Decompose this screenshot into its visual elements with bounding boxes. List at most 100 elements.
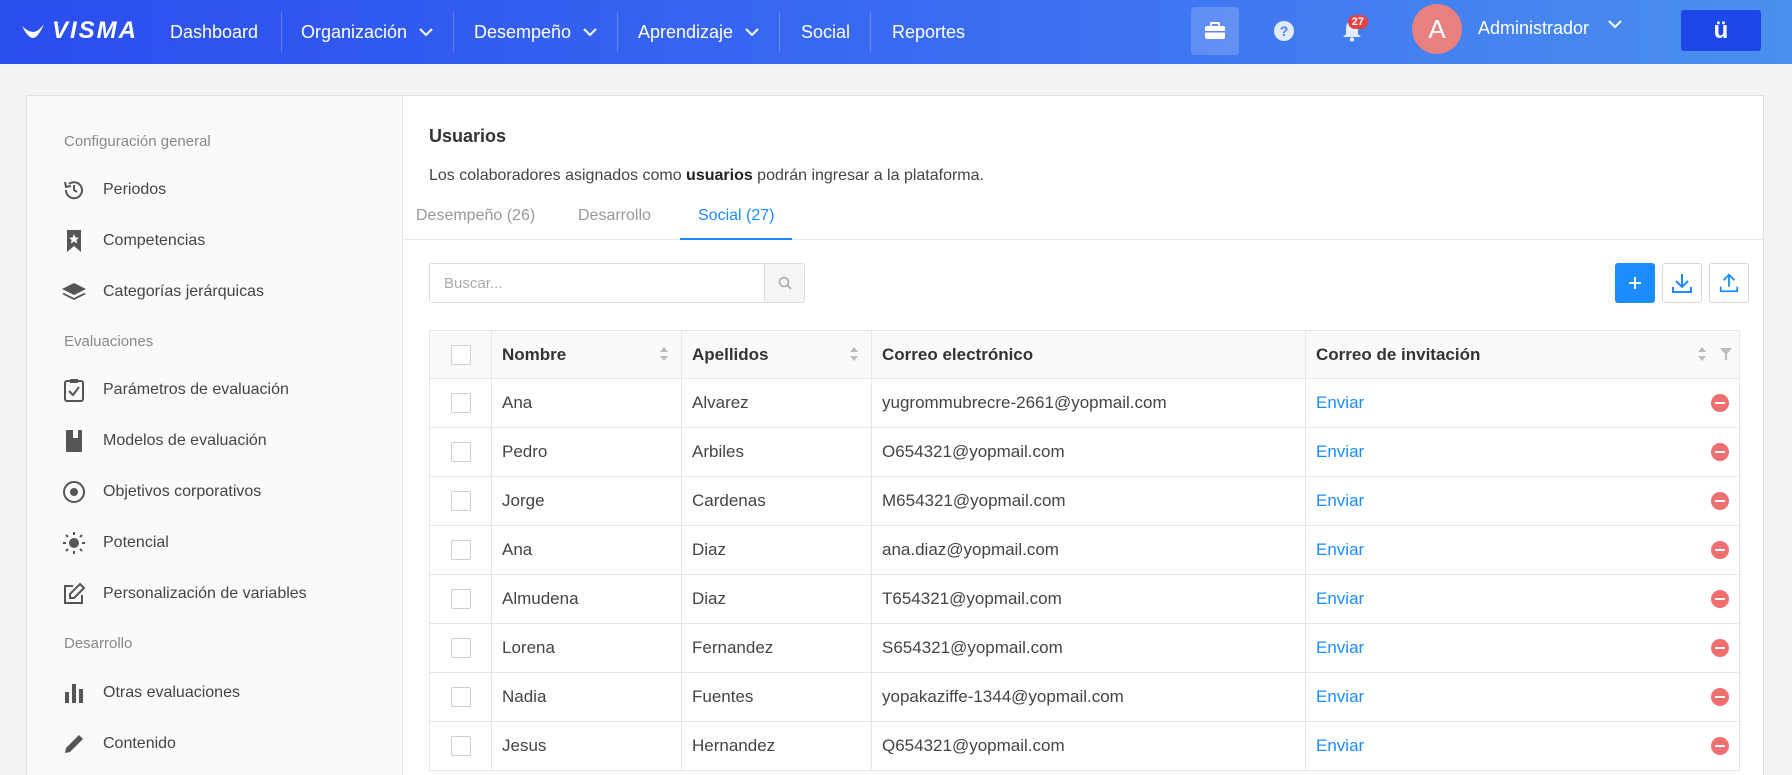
sidebar-item-modelos[interactable]: Modelos de evaluación <box>60 424 267 458</box>
sidebar-item-label: Parámetros de evaluación <box>103 381 289 398</box>
cell-nombre: Jorge <box>491 476 682 526</box>
remove-user-icon[interactable] <box>1711 688 1729 706</box>
send-invite-link[interactable]: Enviar <box>1316 540 1364 559</box>
tab-label: Desarrollo <box>578 207 651 224</box>
row-select-cell <box>429 721 492 771</box>
nav-social[interactable]: Social <box>801 0 850 64</box>
row-checkbox[interactable] <box>450 687 471 708</box>
cell-invitacion: Enviar <box>1305 427 1740 477</box>
remove-user-icon[interactable] <box>1711 541 1729 559</box>
sidebar-item-parametros[interactable]: Parámetros de evaluación <box>60 373 289 407</box>
nav-aprendizaje[interactable]: Aprendizaje <box>638 0 759 64</box>
header-nombre[interactable]: Nombre <box>491 330 682 379</box>
row-checkbox[interactable] <box>450 491 471 512</box>
avatar[interactable]: A <box>1412 4 1462 54</box>
remove-user-icon[interactable] <box>1711 492 1729 510</box>
sidebar-item-label: Objetivos corporativos <box>103 483 262 500</box>
lightbulb-icon <box>60 529 88 557</box>
cell-apellidos: Diaz <box>681 525 872 575</box>
select-all-checkbox[interactable] <box>450 344 471 365</box>
row-checkbox[interactable] <box>450 442 471 463</box>
sidebar-item-periodos[interactable]: Periodos <box>60 173 166 207</box>
desc-bold: usuarios <box>686 167 753 184</box>
cell-nombre: Lorena <box>491 623 682 673</box>
row-checkbox[interactable] <box>450 589 471 610</box>
row-checkbox[interactable] <box>450 540 471 561</box>
tab-desempeno[interactable]: Desempeño (26) <box>398 202 553 240</box>
send-invite-link[interactable]: Enviar <box>1316 589 1364 608</box>
table-row: Jorge Cardenas M654321@yopmail.com Enviar <box>429 476 1740 526</box>
upload-button[interactable] <box>1709 263 1749 303</box>
nav-dashboard[interactable]: Dashboard <box>170 0 258 64</box>
cell-correo: T654321@yopmail.com <box>871 574 1306 624</box>
settings-sidebar: Configuración general Periodos Competenc… <box>27 96 403 775</box>
notifications-button[interactable]: 27 <box>1328 7 1376 55</box>
logo-text: VISMA <box>52 17 139 44</box>
chevron-down-icon[interactable] <box>1608 20 1622 29</box>
users-table: Nombre Apellidos Correo electrónico Corr… <box>429 330 1740 771</box>
remove-user-icon[interactable] <box>1711 737 1729 755</box>
layers-icon <box>60 278 88 306</box>
cell-invitacion: Enviar <box>1305 378 1740 428</box>
nav-social-label: Social <box>801 21 851 42</box>
sidebar-item-competencias[interactable]: Competencias <box>60 224 205 258</box>
search-input[interactable] <box>430 264 764 302</box>
send-invite-link[interactable]: Enviar <box>1316 442 1364 461</box>
remove-user-icon[interactable] <box>1711 590 1729 608</box>
row-checkbox[interactable] <box>450 638 471 659</box>
sort-icon[interactable] <box>849 346 859 362</box>
sort-icon[interactable] <box>1697 346 1707 362</box>
send-invite-link[interactable]: Enviar <box>1316 736 1364 755</box>
row-checkbox[interactable] <box>450 393 471 414</box>
svg-text:?: ? <box>1280 23 1289 39</box>
desc-text: Los colaboradores asignados como <box>429 167 687 184</box>
table-row: Lorena Fernandez S654321@yopmail.com Enviar <box>429 623 1740 673</box>
nav-reportes[interactable]: Reportes <box>892 0 965 64</box>
help-button[interactable]: ? <box>1260 7 1308 55</box>
tab-social[interactable]: Social (27) <box>680 202 793 240</box>
nav-organizacion[interactable]: Organización <box>301 0 433 64</box>
briefcase-button[interactable] <box>1191 7 1239 55</box>
send-invite-link[interactable]: Enviar <box>1316 638 1364 657</box>
sidebar-item-categorias[interactable]: Categorías jerárquicas <box>60 275 264 309</box>
remove-user-icon[interactable] <box>1711 443 1729 461</box>
sidebar-item-otras-evaluaciones[interactable]: Otras evaluaciones <box>60 676 240 710</box>
row-checkbox[interactable] <box>450 736 471 757</box>
remove-user-icon[interactable] <box>1711 394 1729 412</box>
filter-icon[interactable] <box>1719 347 1733 361</box>
clipboard-check-icon <box>60 376 88 404</box>
remove-user-icon[interactable] <box>1711 639 1729 657</box>
send-invite-link[interactable]: Enviar <box>1316 491 1364 510</box>
history-icon <box>60 176 88 204</box>
sidebar-item-potencial[interactable]: Potencial <box>60 526 169 560</box>
nav-organizacion-label: Organización <box>301 21 408 42</box>
download-button[interactable] <box>1662 263 1702 303</box>
add-user-button[interactable] <box>1615 263 1655 303</box>
sidebar-item-objetivos[interactable]: Objetivos corporativos <box>60 475 261 509</box>
send-invite-link[interactable]: Enviar <box>1316 393 1364 412</box>
nav-reportes-label: Reportes <box>892 21 966 42</box>
sidebar-section-title: Evaluaciones <box>64 333 154 350</box>
table-row: Almudena Diaz T654321@yopmail.com Enviar <box>429 574 1740 624</box>
app-switcher-button[interactable]: ü <box>1681 10 1761 51</box>
cell-correo: M654321@yopmail.com <box>871 476 1306 526</box>
send-invite-link[interactable]: Enviar <box>1316 687 1364 706</box>
cell-correo: ana.diaz@yopmail.com <box>871 525 1306 575</box>
cell-apellidos: Arbiles <box>681 427 872 477</box>
chevron-down-icon <box>419 27 433 36</box>
settings-card: Configuración general Periodos Competenc… <box>26 95 1764 775</box>
nav-divider <box>779 12 780 52</box>
visma-logo[interactable]: VISMA <box>20 16 138 46</box>
sidebar-item-contenido[interactable]: Contenido <box>60 727 176 761</box>
table-row: Jesus Hernandez Q654321@yopmail.com Enviar <box>429 721 1740 771</box>
sort-icon[interactable] <box>659 346 669 362</box>
select-all-cell <box>429 330 492 379</box>
user-menu[interactable]: Administrador <box>1478 0 1589 56</box>
header-apellidos[interactable]: Apellidos <box>681 330 872 379</box>
search-button[interactable] <box>764 264 804 302</box>
tab-desarrollo[interactable]: Desarrollo <box>560 202 669 240</box>
nav-desempeno[interactable]: Desempeño <box>474 0 597 64</box>
header-invitacion[interactable]: Correo de invitación <box>1305 330 1740 379</box>
header-correo: Correo electrónico <box>871 330 1306 379</box>
sidebar-item-personalizacion[interactable]: Personalización de variables <box>60 577 307 611</box>
